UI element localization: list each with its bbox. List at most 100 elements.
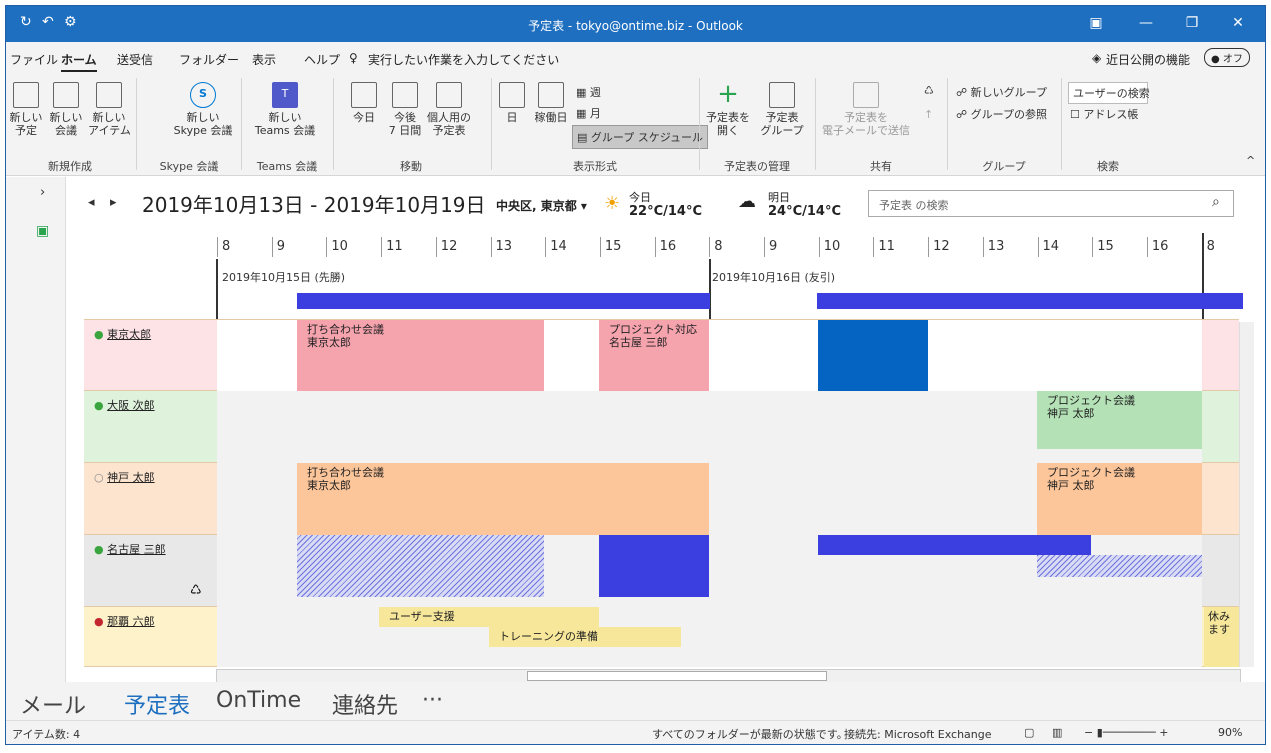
group-schedule-button[interactable]: ▤ グループ スケジュール: [572, 125, 708, 149]
busy-block[interactable]: [599, 535, 709, 597]
skype-meeting-button[interactable]: S 新しい Skype 会議: [173, 82, 233, 137]
envelope-icon: [853, 82, 879, 108]
nav-more[interactable]: ···: [422, 688, 443, 713]
collapse-ribbon-icon[interactable]: ^: [1246, 154, 1255, 167]
skype-icon: S: [190, 82, 216, 108]
tentative-block[interactable]: [297, 535, 544, 597]
scroll-thumb[interactable]: [527, 671, 827, 681]
tell-me-input[interactable]: 実行したい作業を入力してください: [368, 51, 559, 68]
tab-view[interactable]: 表示: [252, 51, 276, 68]
person-name[interactable]: ○ 神戸 太郎: [84, 463, 211, 534]
nav-mail[interactable]: メール: [20, 688, 86, 720]
tab-help[interactable]: ヘルプ: [304, 51, 340, 68]
nav-ontime[interactable]: OnTime: [216, 688, 301, 713]
teams-meeting-button[interactable]: T 新しい Teams 会議: [246, 82, 324, 137]
event-project-meeting[interactable]: プロジェクト会議 神戸 太郎: [1037, 463, 1202, 535]
row-timeline[interactable]: [217, 607, 1202, 667]
browse-groups-button[interactable]: ☍ グループの参照: [956, 106, 1047, 122]
outlook-window: ↻ ↶ ⚙ 予定表 - tokyo@ontime.biz - Outlook ▣…: [5, 5, 1266, 745]
person-name[interactable]: ● 大阪 次郎: [84, 391, 211, 462]
event-title: ユーザー支援: [389, 610, 455, 623]
person-name[interactable]: ● 名古屋 三郎 ♺: [84, 535, 211, 606]
hour-label: 8: [714, 239, 723, 254]
tab-file[interactable]: ファイル: [10, 51, 58, 68]
event-support[interactable]: ユーザー支援: [379, 607, 599, 627]
ribbon-separator: [815, 78, 816, 170]
share-icon[interactable]: ♺: [924, 84, 934, 97]
event-project-meeting[interactable]: プロジェクト会議 神戸 太郎: [1037, 391, 1202, 449]
nav-contacts[interactable]: 連絡先: [332, 688, 398, 720]
person-name[interactable]: ● 東京太郎: [84, 320, 211, 390]
hour-tick: [545, 237, 547, 257]
next-arrow-icon[interactable]: ▸: [110, 195, 117, 210]
tab-folder[interactable]: フォルダー: [179, 51, 239, 68]
new-appointment-button[interactable]: 新しい 予定: [8, 82, 44, 137]
hour-label: 14: [1042, 239, 1060, 254]
month-view-button[interactable]: ▦ 月: [576, 105, 601, 121]
next-7-days-button[interactable]: 今後 7 日間: [386, 82, 424, 137]
user-search-input[interactable]: ユーザーの検索: [1068, 82, 1150, 104]
calendar-search-input[interactable]: 予定表 の検索: [868, 190, 1234, 217]
hour-label: 8: [1206, 239, 1215, 254]
close-button[interactable]: ✕: [1216, 6, 1260, 42]
address-book-button[interactable]: ☐ アドレス帳: [1070, 106, 1138, 122]
coming-soon-toggle[interactable]: ● オフ: [1204, 48, 1250, 67]
week-view-button[interactable]: ▦ 週: [576, 84, 601, 100]
new-calendar-icon[interactable]: ▣: [36, 223, 49, 239]
tab-send-receive[interactable]: 送受信: [117, 51, 153, 68]
hour-label: 9: [276, 239, 285, 254]
maximize-button[interactable]: ❐: [1170, 6, 1214, 42]
group-busy-bar: [297, 293, 710, 309]
person-name[interactable]: ● 那覇 六郎: [84, 607, 211, 666]
calendar-groups-label: 予定表 グループ: [760, 111, 804, 137]
today-temp: 22°C/14°C: [629, 204, 703, 219]
tab-home[interactable]: ホーム: [61, 51, 97, 72]
work-week-button[interactable]: 稼働日: [531, 82, 571, 124]
event-title: プロジェクト会議: [1047, 394, 1135, 407]
day-view-button[interactable]: 日: [496, 82, 528, 124]
hour-label: 11: [878, 239, 895, 254]
open-calendar-button[interactable]: + 予定表を 開く: [703, 81, 753, 137]
nav-calendar[interactable]: 予定表: [124, 688, 190, 720]
tomorrow-temp: 24°C/14°C: [768, 204, 842, 219]
horizontal-scrollbar[interactable]: [216, 669, 1241, 683]
search-icon[interactable]: ⌕: [1212, 194, 1220, 210]
new-meeting-button[interactable]: 新しい 会議: [46, 82, 86, 137]
tentative-block[interactable]: [1037, 555, 1202, 577]
personal-calendar-button[interactable]: 個人用の 予定表: [426, 82, 472, 137]
reading-view-icon[interactable]: ▥: [1052, 726, 1062, 739]
menu-bar: ファイル ホーム 送受信 フォルダー 表示 ヘルプ ♀ 実行したい作業を入力して…: [6, 42, 1265, 72]
expand-pane-icon[interactable]: ›: [40, 185, 45, 200]
location-label: 中央区, 東京都: [496, 199, 577, 213]
location-selector[interactable]: 中央区, 東京都 ▾: [496, 197, 587, 214]
hour-tick: [1092, 237, 1094, 257]
publish-icon[interactable]: ↑: [924, 108, 933, 121]
ribbon-display-icon[interactable]: ▣: [1074, 6, 1118, 42]
lightbulb-icon: ♀: [349, 51, 358, 65]
vertical-scrollbar[interactable]: [1239, 322, 1254, 667]
event-training[interactable]: トレーニングの準備: [489, 627, 681, 647]
zoom-slider[interactable]: − ▮──────── +: [1084, 726, 1168, 739]
event-meeting[interactable]: 打ち合わせ会議 東京太郎: [297, 320, 544, 392]
event-meeting[interactable]: 打ち合わせ会議 東京太郎: [297, 463, 709, 535]
calendar-icon: [13, 82, 39, 108]
event-holiday[interactable]: 休みます: [1204, 607, 1239, 667]
today-button[interactable]: 今日: [346, 82, 382, 124]
selected-timeslot[interactable]: [818, 320, 928, 392]
minimize-button[interactable]: —: [1124, 6, 1168, 42]
new-items-icon: [96, 82, 122, 108]
event-project[interactable]: プロジェクト対応 名古屋 三郎: [599, 320, 709, 392]
calendar-groups-button[interactable]: 予定表 グループ: [756, 82, 808, 137]
busy-block[interactable]: [818, 535, 1091, 555]
open-calendar-label: 予定表を 開く: [706, 111, 750, 137]
new-group-button[interactable]: ☍ 新しいグループ: [956, 84, 1047, 100]
event-owner: 東京太郎: [307, 479, 351, 492]
normal-view-icon[interactable]: ▢: [1024, 726, 1034, 739]
new-items-button[interactable]: 新しい アイテム: [88, 82, 131, 137]
sun-cloud-icon: ☀: [604, 193, 621, 214]
prev-arrow-icon[interactable]: ◂: [88, 195, 95, 210]
event-title: トレーニングの準備: [499, 630, 598, 643]
day1-label: 2019年10月15日 (先勝): [222, 271, 346, 284]
email-calendar-button[interactable]: 予定表を 電子メールで送信: [818, 82, 914, 137]
person-name-label: 大阪 次郎: [107, 399, 155, 412]
